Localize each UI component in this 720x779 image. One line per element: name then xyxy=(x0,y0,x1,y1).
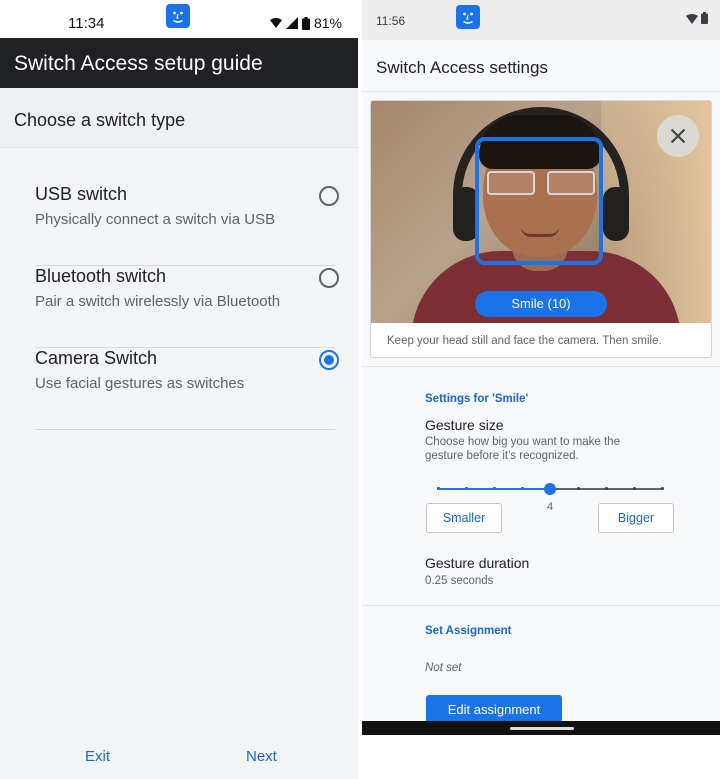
status-bar: 11:34 81% xyxy=(0,0,358,38)
slider-tick xyxy=(604,487,608,490)
camera-instruction: Keep your head still and face the camera… xyxy=(387,335,662,347)
option-title: Camera Switch xyxy=(35,348,158,368)
app-bar: Switch Access settings xyxy=(362,40,720,92)
radio-button[interactable] xyxy=(319,186,339,206)
section-header: Choose a switch type xyxy=(0,88,358,148)
battery-level: 81% xyxy=(313,15,342,31)
gesture-size-title: Gesture size xyxy=(425,417,504,433)
option-title: Bluetooth switch xyxy=(35,266,167,286)
slider-tick xyxy=(660,487,664,490)
option-description: Pair a switch wirelessly via Bluetooth xyxy=(35,293,281,310)
gesture-size-description: Choose how big you want to make the gest… xyxy=(425,436,620,462)
bigger-button[interactable]: Bigger xyxy=(598,503,674,533)
option-title: USB switch xyxy=(35,184,128,204)
assignment-status: Not set xyxy=(425,662,462,674)
gesture-duration-title[interactable]: Gesture duration xyxy=(425,555,529,571)
gesture-count-chip: Smile (10) xyxy=(475,291,607,317)
option-bluetooth-switch[interactable]: Bluetooth switch Pair a switch wirelessl… xyxy=(35,266,339,348)
home-gesture-handle[interactable] xyxy=(510,727,574,730)
option-usb-switch[interactable]: USB switch Physically connect a switch v… xyxy=(35,184,339,266)
exit-button[interactable]: Exit xyxy=(85,748,110,765)
section-title: Choose a switch type xyxy=(14,110,186,130)
status-icons: 81% xyxy=(269,15,342,31)
switch-access-face-icon xyxy=(166,4,190,28)
switch-access-face-icon xyxy=(456,5,480,29)
gesture-size-slider[interactable] xyxy=(436,483,664,495)
camera-preview: Smile (10) xyxy=(371,101,711,323)
gesture-settings: Settings for 'Smile' Gesture size Choose… xyxy=(362,366,720,606)
setup-guide-screen: 11:34 81% Switch Access setup guide Choo… xyxy=(0,0,358,779)
assignment-section-label: Set Assignment xyxy=(425,625,512,637)
status-time: 11:56 xyxy=(376,14,406,28)
face-detection-box xyxy=(475,137,603,265)
camera-preview-card: Smile (10) Keep your head still and face… xyxy=(370,100,712,358)
assignment-section: Set Assignment Not set Edit assignment xyxy=(362,606,720,735)
signal-icon xyxy=(285,17,298,29)
next-button[interactable]: Next xyxy=(246,748,277,765)
app-bar: Switch Access setup guide xyxy=(0,38,358,88)
option-camera-switch[interactable]: Camera Switch Use facial gestures as swi… xyxy=(35,348,339,430)
option-description: Use facial gestures as switches xyxy=(35,375,245,392)
wifi-icon xyxy=(269,18,282,28)
gesture-duration-value: 0.25 seconds xyxy=(425,575,494,587)
settings-section-label: Settings for 'Smile' xyxy=(425,393,529,405)
navigation-bar xyxy=(362,721,720,735)
battery-icon xyxy=(701,12,708,24)
radio-button[interactable] xyxy=(319,268,339,288)
page-title: Switch Access setup guide xyxy=(14,52,263,75)
switch-access-settings-screen: 11:56 Switch Access settings Smile (10) … xyxy=(362,0,720,735)
status-bar: 11:56 xyxy=(362,0,720,40)
smaller-button[interactable]: Smaller xyxy=(426,503,502,533)
close-icon[interactable] xyxy=(657,115,699,157)
slider-tick xyxy=(632,487,636,490)
slider-thumb[interactable] xyxy=(544,483,556,495)
radio-button-selected[interactable] xyxy=(319,350,339,370)
battery-icon xyxy=(301,16,310,30)
wifi-icon xyxy=(685,14,698,24)
slider-tick xyxy=(576,487,580,490)
status-icons xyxy=(685,12,708,27)
slider-value-label: 4 xyxy=(547,501,554,513)
page-title: Switch Access settings xyxy=(376,58,548,77)
slider-fill xyxy=(438,488,550,490)
option-description: Physically connect a switch via USB xyxy=(35,211,276,228)
status-time: 11:34 xyxy=(68,15,105,32)
